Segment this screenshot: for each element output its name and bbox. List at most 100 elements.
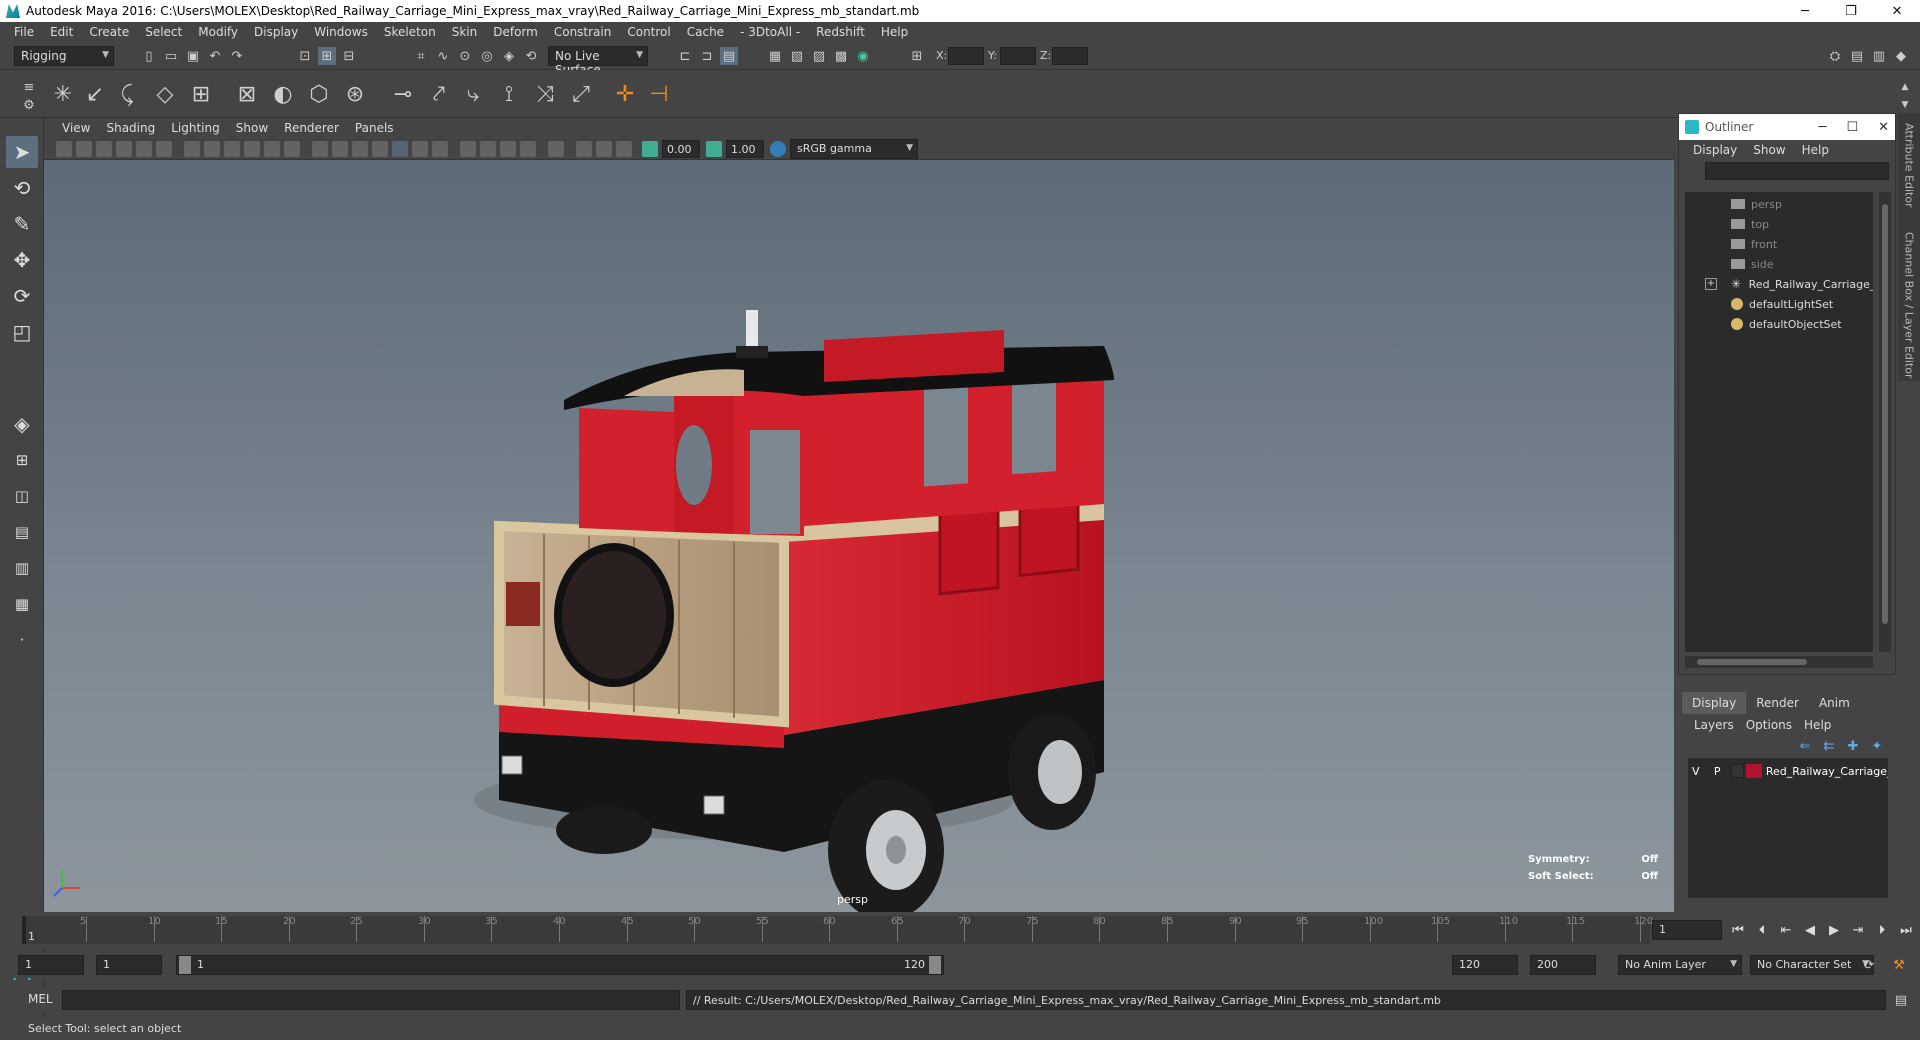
select-object-icon[interactable]: ⊞ <box>318 47 336 65</box>
colorspace-dropdown[interactable]: sRGB gamma <box>790 139 918 159</box>
exposure-field[interactable]: 0.00 <box>662 140 700 158</box>
lattice-icon[interactable]: ⬡ <box>304 78 334 110</box>
outliner-item-carriage[interactable]: + ✳Red_Railway_Carriage_Mini <box>1685 274 1873 294</box>
outliner-item-top[interactable]: top <box>1685 214 1873 234</box>
auto-key-icon[interactable]: ⟳ <box>1860 956 1878 974</box>
live-surface-field[interactable]: No Live Surface <box>548 46 648 77</box>
2d-pan-zoom-icon[interactable] <box>136 141 152 157</box>
range-end-handle[interactable] <box>929 956 941 974</box>
render-frame-icon[interactable]: ▦ <box>766 47 784 65</box>
outliner-close-icon[interactable]: ✕ <box>1878 120 1889 135</box>
menuset-dropdown[interactable]: Rigging <box>14 46 114 66</box>
input-ops-icon[interactable]: ⊏ <box>676 47 694 65</box>
vp-menu-renderer[interactable]: Renderer <box>276 121 347 135</box>
depth-of-field-icon[interactable] <box>520 141 536 157</box>
paint-weights-icon[interactable]: ◐ <box>268 78 298 110</box>
modeling-toolkit-icon[interactable]: ⛭ <box>1826 47 1844 65</box>
graph-layout-icon[interactable]: ▥ <box>6 552 38 584</box>
tool-settings-toggle-icon[interactable]: ▥ <box>1870 47 1888 65</box>
ik-handle-icon[interactable]: ↙ <box>80 78 110 110</box>
outliner-menu-display[interactable]: Display <box>1685 143 1745 157</box>
anti-aliasing-icon[interactable] <box>500 141 516 157</box>
snap-center-icon[interactable]: ⟲ <box>522 47 540 65</box>
grease-pencil-icon[interactable] <box>156 141 172 157</box>
layer-color-swatch[interactable] <box>1746 764 1762 778</box>
wireframe-on-shaded-icon[interactable] <box>372 141 388 157</box>
anim-layer-dropdown[interactable]: No Anim Layer <box>1618 955 1742 975</box>
menu-file[interactable]: File <box>6 25 42 39</box>
new-layer-icon[interactable]: ✚ <box>1844 737 1862 755</box>
time-slider-track[interactable]: 5 10 15 20 25 30 35 40 45 50 55 60 65 70 75 80 85 90 95 100… <box>22 916 1653 944</box>
outliner-menu-help[interactable]: Help <box>1794 143 1837 157</box>
step-back-icon[interactable]: ⏴ <box>1752 921 1772 939</box>
exposure-icon[interactable] <box>642 141 658 157</box>
go-to-start-icon[interactable]: ⏮ <box>1728 921 1748 939</box>
move-layer-up-icon[interactable]: ⇐ <box>1796 737 1814 755</box>
default-material-icon[interactable] <box>352 141 368 157</box>
menu-skin[interactable]: Skin <box>444 25 486 39</box>
gate-mask-icon[interactable] <box>244 141 260 157</box>
menu-control[interactable]: Control <box>619 25 678 39</box>
shelf-menu-icon[interactable]: ≡ <box>20 78 38 96</box>
output-ops-icon[interactable]: ⊐ <box>698 47 716 65</box>
outliner-maximize-icon[interactable]: ☐ <box>1846 120 1858 135</box>
layer-menu-help[interactable]: Help <box>1798 718 1837 732</box>
layer-visibility-toggle[interactable]: V <box>1688 765 1703 778</box>
select-component-icon[interactable]: ⊟ <box>340 47 358 65</box>
pole-vector-icon[interactable]: ⤨ <box>530 78 560 110</box>
undo-icon[interactable]: ↶ <box>206 47 224 65</box>
textured-icon[interactable] <box>392 141 408 157</box>
select-tool-icon[interactable]: ➤ <box>6 136 38 168</box>
outliner-item-persp[interactable]: persp <box>1685 194 1873 214</box>
shelf-scroll-down-icon[interactable]: ▼ <box>1896 96 1914 114</box>
outliner-item-defaultlightset[interactable]: defaultLightSet <box>1685 294 1873 314</box>
xray-icon[interactable] <box>576 141 592 157</box>
playback-end-field[interactable]: 120 <box>1452 955 1518 975</box>
layer-tab-anim[interactable]: Anim <box>1809 692 1860 714</box>
aim-constraint-icon[interactable]: ⤤ <box>424 78 454 110</box>
set-driven-key-icon[interactable]: ⊣ <box>644 78 674 110</box>
attribute-editor-tab[interactable]: Attribute Editor <box>1903 123 1916 208</box>
outliner-item-front[interactable]: front <box>1685 234 1873 254</box>
scale-constraint-icon[interactable]: ⤢ <box>566 78 596 110</box>
layout-options-icon[interactable]: · <box>6 624 38 656</box>
menu-edit[interactable]: Edit <box>42 25 81 39</box>
isolate-select-icon[interactable] <box>548 141 564 157</box>
menu-skeleton[interactable]: Skeleton <box>376 25 444 39</box>
open-scene-icon[interactable]: ▭ <box>162 47 180 65</box>
layer-row[interactable]: V P Red_Railway_Carriage_ <box>1688 762 1888 780</box>
xray-components-icon[interactable] <box>616 141 632 157</box>
restore-icon[interactable]: ❐ <box>1828 0 1874 22</box>
xray-joints-icon[interactable] <box>596 141 612 157</box>
move-tool-icon[interactable]: ✥ <box>6 244 38 276</box>
close-icon[interactable]: ✕ <box>1874 0 1920 22</box>
outliner-layout-icon[interactable]: ▤ <box>6 516 38 548</box>
new-scene-icon[interactable]: ▯ <box>140 47 158 65</box>
character-set-dropdown[interactable]: No Character Set <box>1750 955 1874 975</box>
hypershade-layout-icon[interactable]: ▦ <box>6 588 38 620</box>
grid-toggle-icon[interactable] <box>184 141 200 157</box>
camera-attributes-icon[interactable] <box>76 141 92 157</box>
layer-tab-display[interactable]: Display <box>1682 692 1747 714</box>
step-back-key-icon[interactable]: ⇤ <box>1776 921 1796 939</box>
outliner-vertical-scrollbar[interactable] <box>1879 192 1891 652</box>
shelf-scroll-up-icon[interactable]: ▲ <box>1896 78 1914 96</box>
outliner-minimize-icon[interactable]: ─ <box>1819 120 1827 135</box>
expand-icon[interactable]: + <box>1705 278 1717 290</box>
vp-menu-shading[interactable]: Shading <box>98 121 163 135</box>
x-field[interactable] <box>948 47 984 65</box>
ambient-occlusion-icon[interactable] <box>460 141 476 157</box>
current-frame-field[interactable]: 1 <box>1652 920 1722 940</box>
redo-icon[interactable]: ↷ <box>228 47 246 65</box>
snap-grid-icon[interactable]: ⌗ <box>412 47 430 65</box>
wireframe-icon[interactable] <box>312 141 328 157</box>
mirror-joint-icon[interactable]: ⊞ <box>186 78 216 110</box>
step-forward-icon[interactable]: ⏵ <box>1872 921 1892 939</box>
step-forward-key-icon[interactable]: ⇥ <box>1848 921 1868 939</box>
attribute-editor-toggle-icon[interactable]: ▤ <box>1848 47 1866 65</box>
current-time-marker[interactable] <box>22 916 26 944</box>
menu-deform[interactable]: Deform <box>485 25 546 39</box>
gamma-field[interactable]: 1.00 <box>726 140 764 158</box>
use-all-lights-icon[interactable] <box>412 141 428 157</box>
resolution-gate-icon[interactable] <box>224 141 240 157</box>
